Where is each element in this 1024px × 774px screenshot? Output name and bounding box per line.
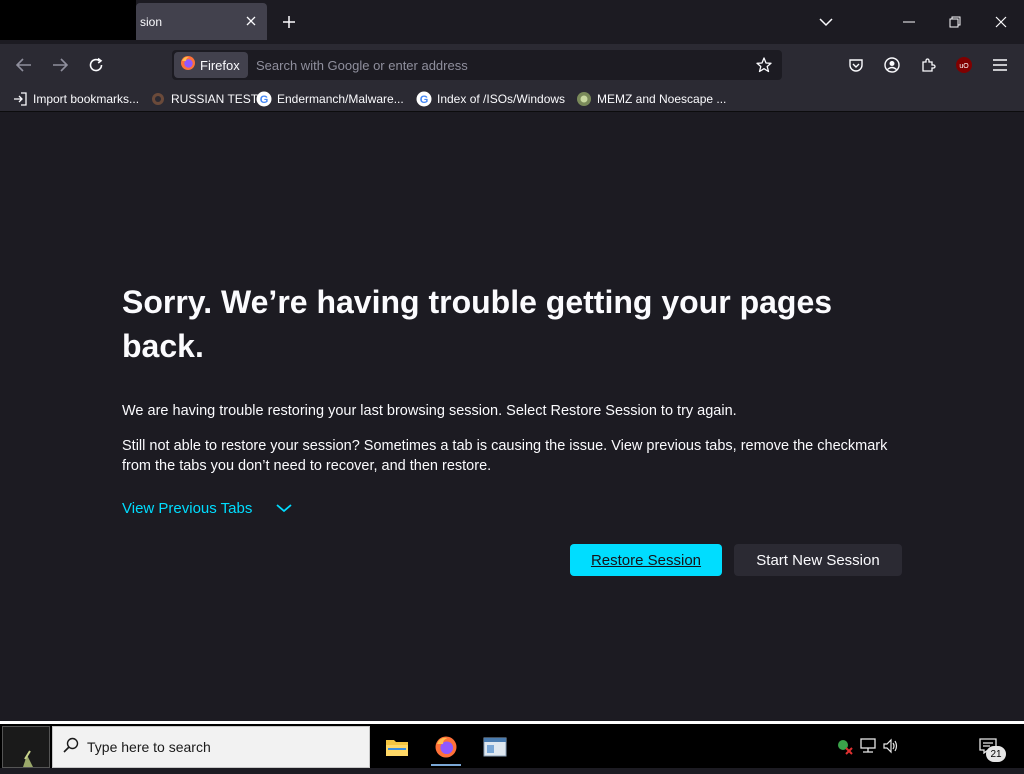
tab-title: sion [140, 15, 163, 29]
active-app-indicator [431, 764, 461, 766]
account-icon[interactable] [878, 51, 906, 79]
bookmark-label: MEMZ and Noescape ... [597, 92, 727, 106]
notification-count-badge: 21 [986, 746, 1006, 762]
ethernet-icon[interactable] [858, 736, 878, 756]
app-window-taskbar-icon[interactable] [474, 728, 516, 766]
identity-label: Firefox [200, 57, 240, 73]
restore-session-button[interactable]: Restore Session [570, 544, 722, 576]
tab-close-icon[interactable] [243, 13, 259, 29]
bookmark-label: RUSSIAN TEST [171, 92, 259, 106]
volume-icon[interactable] [881, 736, 901, 756]
svg-text:uO: uO [959, 63, 969, 70]
svg-text:G: G [260, 94, 269, 106]
forward-icon[interactable] [46, 51, 74, 79]
ublock-origin-icon[interactable]: uO [950, 51, 978, 79]
firefox-taskbar-icon[interactable] [425, 728, 467, 766]
restore-session-label: Restore Session [590, 551, 702, 569]
tab-inactive-area[interactable] [0, 0, 136, 40]
bookmark-label: Index of /ISOs/Windows [437, 92, 566, 106]
bookmark-index-isos[interactable]: G Index of /ISOs/Windows [416, 89, 565, 109]
chevron-down-icon [276, 503, 292, 513]
list-all-tabs-chevron-icon[interactable] [812, 8, 840, 36]
bookmark-star-icon[interactable] [752, 53, 776, 77]
bookmark-memz[interactable]: MEMZ and Noescape ... [576, 89, 726, 109]
search-placeholder: Type here to search [87, 739, 211, 755]
bookmarks-toolbar: Import bookmarks... RUSSIAN TEST G Ender… [0, 86, 1024, 112]
url-bar[interactable]: Firefox [172, 50, 782, 80]
search-icon [63, 737, 79, 758]
session-restore-page: Sorry. We’re having trouble getting your… [0, 113, 1024, 721]
bookmark-endermanch[interactable]: G Endermanch/Malware... [256, 89, 404, 109]
network-status-icon[interactable] [835, 736, 855, 756]
tab-active[interactable]: sion [136, 3, 267, 40]
extensions-puzzle-icon[interactable] [914, 51, 942, 79]
bookmark-label: Endermanch/Malware... [277, 92, 404, 106]
bookmark-label: Import bookmarks... [33, 92, 140, 106]
close-window-icon[interactable] [987, 8, 1015, 36]
windows-taskbar: Type here to search 21 [0, 724, 1024, 768]
restore-description: We are having trouble restoring your las… [122, 403, 737, 419]
google-icon: G [416, 91, 432, 107]
view-previous-tabs-label: View Previous Tabs [122, 499, 253, 517]
restore-help-text: Still not able to restore your session? … [122, 438, 888, 474]
reload-icon[interactable] [82, 51, 110, 79]
pocket-icon[interactable] [842, 51, 870, 79]
new-tab-icon[interactable] [275, 8, 303, 36]
file-explorer-taskbar-icon[interactable] [376, 728, 418, 766]
site-favicon [576, 91, 592, 107]
start-button[interactable] [2, 726, 50, 768]
navigation-toolbar: Firefox uO [0, 44, 1024, 86]
taskbar-search[interactable]: Type here to search [52, 726, 370, 768]
svg-text:G: G [420, 94, 429, 106]
restore-window-icon[interactable] [941, 8, 969, 36]
page-title: Sorry. We’re having trouble getting your… [122, 284, 833, 364]
import-icon [12, 91, 28, 107]
tab-strip: sion [0, 0, 1024, 44]
app-menu-hamburger-icon[interactable] [986, 51, 1014, 79]
google-icon: G [256, 91, 272, 107]
bookmark-import[interactable]: Import bookmarks... [12, 89, 139, 109]
start-new-session-button[interactable]: Start New Session [734, 544, 902, 576]
url-input[interactable] [256, 53, 736, 77]
bookmark-russian-test[interactable]: RUSSIAN TEST [150, 89, 258, 109]
back-icon[interactable] [10, 51, 38, 79]
identity-box[interactable]: Firefox [174, 52, 248, 78]
minimize-icon[interactable] [895, 8, 923, 36]
view-previous-tabs-toggle[interactable]: View Previous Tabs [122, 496, 292, 520]
firefox-logo-icon [180, 55, 196, 76]
site-favicon [150, 91, 166, 107]
